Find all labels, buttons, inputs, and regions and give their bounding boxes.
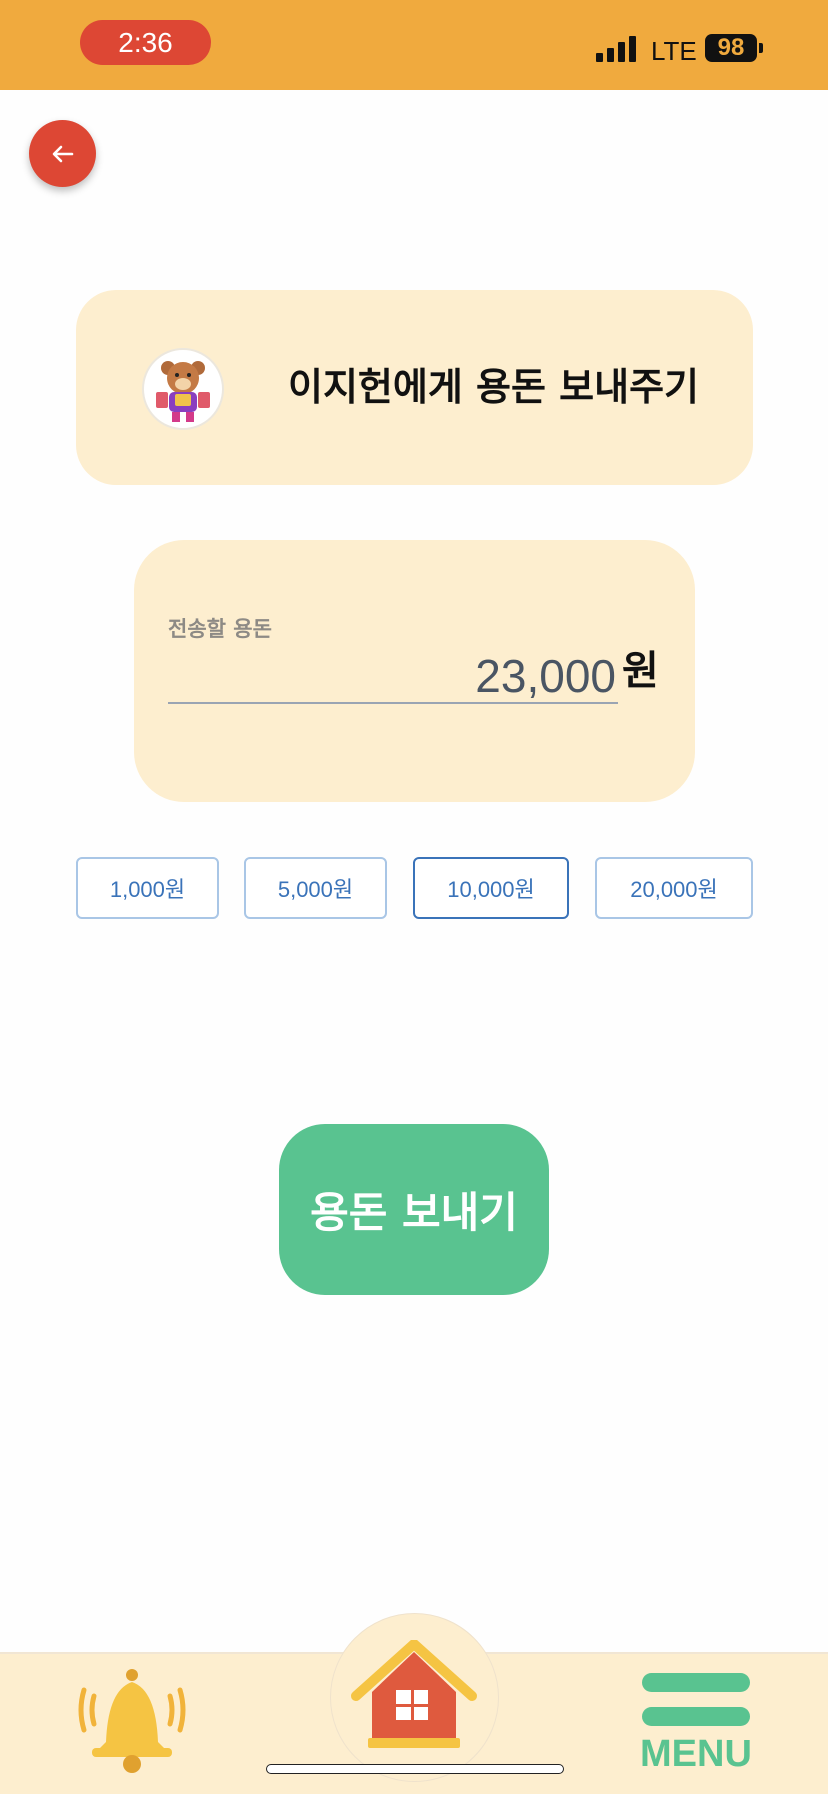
menu-button[interactable]: MENU — [640, 1733, 752, 1776]
arrow-left-icon — [52, 145, 73, 162]
quick-amount-5000-button[interactable]: 5,000원 — [244, 857, 387, 919]
battery-tip — [759, 43, 763, 53]
quick-amount-20000-button[interactable]: 20,000원 — [595, 857, 753, 919]
bear-character-icon — [156, 361, 210, 422]
battery-icon: 98 — [705, 34, 757, 62]
quick-amount-10000-button[interactable]: 10,000원 — [413, 857, 569, 919]
amount-input[interactable] — [168, 650, 618, 704]
house-icon[interactable] — [350, 1640, 478, 1755]
amount-label: 전송할 용돈 — [168, 617, 272, 641]
status-time: 2:36 — [80, 20, 211, 65]
currency-unit: 원 — [622, 648, 659, 694]
menu-bar-top — [642, 1673, 750, 1692]
signal-icon — [596, 36, 640, 62]
send-allowance-button[interactable]: 용돈 보내기 — [279, 1124, 549, 1295]
battery-level: 98 — [717, 34, 745, 61]
network-type: LTE — [651, 36, 697, 66]
bell-icon[interactable] — [74, 1668, 190, 1773]
recipient-avatar — [142, 348, 224, 430]
back-button[interactable] — [29, 120, 96, 187]
menu-bar-bottom — [642, 1707, 750, 1726]
page-title: 이지헌에게 용돈 보내주기 — [288, 365, 700, 409]
home-indicator — [266, 1764, 564, 1774]
status-bar: 2:36 LTE 98 — [0, 0, 828, 90]
quick-amount-1000-button[interactable]: 1,000원 — [76, 857, 219, 919]
